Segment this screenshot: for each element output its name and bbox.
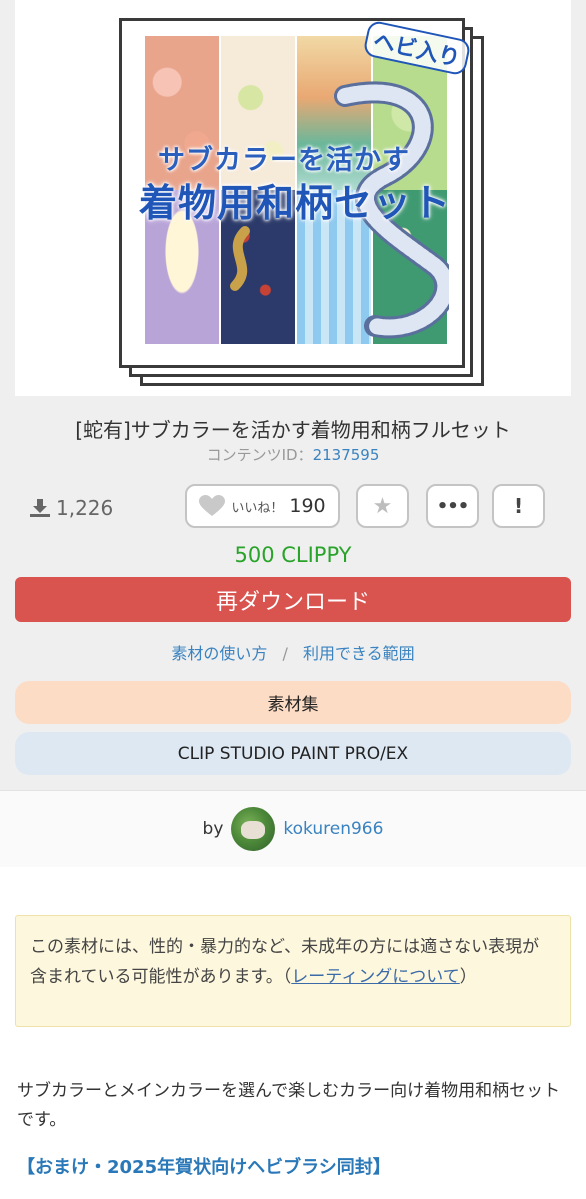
exclamation-icon: ! [513, 494, 524, 518]
more-options-button[interactable]: ••• [426, 484, 479, 528]
material-thumbnail[interactable]: ヘビ入り サブカラーを活かす 着物用和柄セット [15, 0, 571, 396]
usage-scope-link[interactable]: 利用できる範囲 [303, 644, 415, 663]
content-id-label: コンテンツID： [206, 446, 313, 464]
rating-notice: この素材には、性的・暴力的など、未成年の方には適さない表現が含まれている可能性が… [15, 915, 571, 1027]
price: 500 CLIPPY [234, 543, 352, 567]
content-id-value[interactable]: 2137595 [313, 446, 380, 464]
rating-notice-close: ） [459, 967, 477, 987]
description-text: サブカラーとメインカラーを選んで楽しむカラー向け着物用和柄セットです。 [17, 1081, 561, 1130]
content-id: コンテンツID：2137595 [0, 444, 586, 465]
avatar[interactable] [231, 807, 276, 851]
thumbnail-subhead: 着物用和柄セット [139, 180, 452, 225]
author-by-label: by [202, 819, 224, 839]
like-button[interactable]: いいね！ 190 [185, 484, 340, 528]
category-tag[interactable]: 素材集 [15, 681, 571, 724]
redownload-button[interactable]: 再ダウンロード [15, 577, 571, 622]
favorite-button[interactable]: ★ [356, 484, 409, 528]
link-separator: / [282, 644, 288, 663]
download-count: 1,226 [30, 496, 113, 520]
author-bar: by kokuren966 [0, 790, 586, 868]
author-name[interactable]: kokuren966 [283, 819, 383, 839]
like-count: 190 [289, 495, 326, 517]
material-title: [蛇有]サブカラーを活かす着物用和柄フルセット [75, 418, 511, 442]
ellipsis-icon: ••• [436, 495, 470, 517]
bonus-note: 【おまけ・2025年賀状向けヘビブラシ同封】 [17, 1157, 391, 1178]
app-tag[interactable]: CLIP STUDIO PAINT PRO/EX [15, 732, 571, 775]
how-to-use-link[interactable]: 素材の使い方 [171, 644, 267, 663]
star-icon: ★ [372, 493, 393, 519]
download-icon [30, 499, 50, 517]
report-button[interactable]: ! [492, 484, 545, 528]
like-label: いいね！ [231, 500, 284, 516]
download-count-value: 1,226 [56, 496, 114, 520]
usage-links: 素材の使い方 / 利用できる範囲 [0, 640, 586, 664]
rating-info-link[interactable]: レーティングについて [291, 967, 459, 987]
heart-icon [199, 495, 226, 516]
